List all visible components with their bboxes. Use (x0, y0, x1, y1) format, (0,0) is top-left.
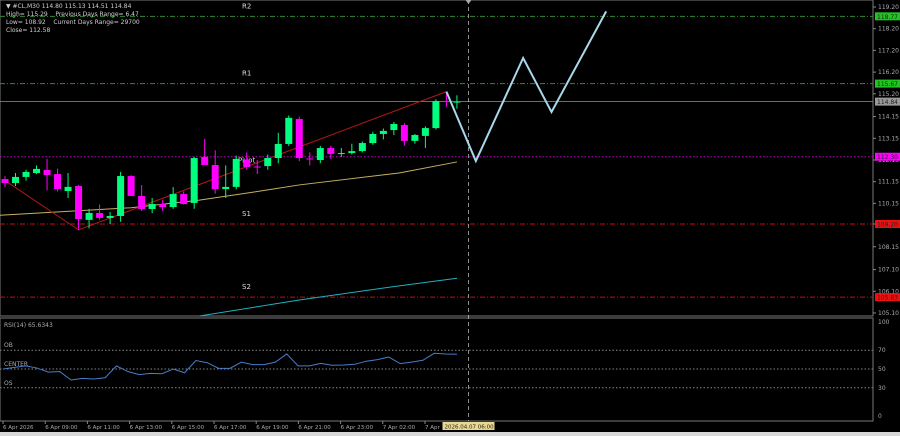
symbol-ohlc: ▼ #CL,M30 114.80 115.13 114.51 114.84 (6, 3, 132, 10)
price-tick-label: 119.20 (878, 4, 899, 11)
price-tick-label: 113.15 (878, 135, 899, 142)
rsi-axis-label: 50 (878, 366, 886, 373)
candle-body (22, 171, 30, 177)
candle-body (106, 215, 114, 218)
time-tick-label: 7 Apr (425, 425, 441, 431)
candle-body (169, 194, 177, 208)
price-tick-label: 111.15 (878, 179, 899, 186)
level-price-label: 109.20 (877, 222, 898, 229)
rsi-axis-label: 30 (878, 385, 886, 392)
level-price-label: 112.30 (877, 154, 898, 161)
low-range-info: Low= 108.92 Current Days Range= 29700 (6, 19, 140, 26)
price-tick-label: 118.20 (878, 26, 899, 33)
candle-body (222, 186, 230, 190)
candle-body (337, 153, 345, 155)
candle-body (127, 176, 135, 197)
candle-body (379, 130, 387, 134)
candle-body (264, 158, 272, 167)
price-tick-label: 116.20 (878, 69, 899, 76)
moving-average-long (199, 277, 457, 317)
candle-body (190, 158, 198, 203)
rsi-axis-label: 100 (878, 319, 890, 326)
candle-body (390, 123, 398, 131)
candle-body (159, 204, 167, 208)
candle-body (274, 143, 282, 159)
candle-body (96, 212, 104, 218)
level-price-label: 105.83 (877, 295, 898, 302)
time-tick-label: 7 Apr 02:00 (383, 425, 416, 431)
time-tick-label: 6 Apr 11:00 (87, 425, 120, 431)
candle-body (75, 186, 83, 220)
price-tick-label: 107.10 (878, 267, 899, 274)
level-label-s1: S1 (242, 210, 251, 218)
candle-body (85, 212, 93, 220)
close-info: Close= 112.58 (6, 27, 51, 34)
candle-body (421, 128, 429, 136)
candle-body (43, 169, 51, 175)
candle-body (232, 158, 240, 187)
time-tick-label: 6 Apr 17:00 (214, 425, 247, 431)
candle-body (327, 148, 335, 154)
projection-path (445, 10, 608, 164)
candle-body (358, 143, 366, 152)
candle-body (54, 174, 62, 190)
candle-body (253, 166, 261, 168)
candle-body (442, 100, 450, 103)
candle-body (117, 176, 125, 216)
level-label-r1: R1 (242, 70, 251, 78)
candle-body (348, 151, 356, 154)
candle-body (285, 117, 293, 144)
rsi-level-label: OS (4, 380, 13, 387)
candle-body (33, 168, 41, 174)
candle-body (180, 194, 188, 205)
price-tick-label: 105.10 (878, 310, 899, 317)
candle-body (295, 118, 303, 159)
candle-body (400, 125, 408, 141)
candle-body (211, 164, 219, 190)
level-price-label: 118.77 (877, 14, 898, 21)
time-tick-label: 6 Apr 09:00 (45, 425, 78, 431)
rsi-label: RSI(14) 65.6343 (4, 322, 53, 329)
crosshair-time-label: 2026.04.07 06:00 (444, 425, 494, 431)
candle-body (432, 100, 440, 129)
time-tick-label: 6 Apr 15:00 (172, 425, 205, 431)
price-chart[interactable]: 119.20 118.20 117.20 116.20 115.20 114.15 113.… (0, 0, 900, 436)
bottom-bar (0, 432, 900, 436)
rsi-axis-label: 70 (878, 347, 886, 354)
candle-body (1, 179, 9, 183)
time-tick-label: 6 Apr 2026 (3, 425, 34, 431)
candle-body (12, 176, 20, 183)
candle-body (316, 148, 324, 160)
candle-body (306, 158, 314, 160)
high-range-info: High= 115.29 Previous Days Range= 6.47 (6, 11, 139, 18)
price-tick-label: 110.15 (878, 200, 899, 207)
main-panel-frame (0, 0, 874, 317)
candle-body (201, 156, 209, 165)
candle-body (243, 159, 251, 167)
rsi-line (2, 352, 457, 381)
level-label-r2: R2 (242, 2, 251, 10)
price-tick-label: 115.20 (878, 91, 899, 98)
price-tick-label: 114.15 (878, 114, 899, 121)
crosshair-marker-icon (465, 0, 472, 4)
time-tick-label: 6 Apr 23:00 (341, 425, 374, 431)
current-price-label: 114.84 (877, 99, 898, 106)
time-tick-label: 6 Apr 13:00 (130, 425, 163, 431)
time-tick-label: 6 Apr 21:00 (298, 425, 331, 431)
time-tick-label: 6 Apr 19:00 (256, 425, 289, 431)
price-tick-label: 108.15 (878, 244, 899, 251)
candle-body (453, 101, 461, 103)
level-label-s2: S2 (242, 283, 251, 291)
candle-body (369, 133, 377, 144)
level-price-label: 115.67 (877, 81, 898, 88)
candle-body (148, 204, 156, 210)
price-tick-label: 117.20 (878, 47, 899, 54)
zigzag-line (4, 91, 447, 231)
candle-body (64, 186, 72, 192)
candle-body (411, 135, 419, 141)
rsi-axis-label: 0 (878, 413, 882, 420)
rsi-level-label: OB (4, 342, 13, 349)
candle-body (138, 196, 146, 210)
